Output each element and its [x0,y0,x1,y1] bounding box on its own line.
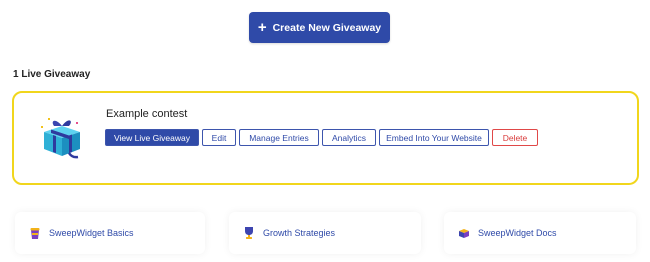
create-new-giveaway-button[interactable]: + Create New Giveaway [249,12,390,43]
coffee-cup-icon [30,228,40,239]
embed-website-button[interactable]: Embed Into Your Website [379,129,489,146]
gift-box-icon [41,118,80,159]
delete-button[interactable]: Delete [492,129,538,146]
resource-card-growth-strategies[interactable]: Growth Strategies [229,212,421,254]
resource-label: Growth Strategies [263,228,336,238]
giveaway-actions: View Live Giveaway Edit Manage Entries A… [105,129,538,146]
box-icon [459,229,469,238]
giveaway-card: Example contest View Live Giveaway Edit … [12,91,639,185]
resource-card-sweepwidget-docs[interactable]: SweepWidget Docs [444,212,636,254]
plus-icon: + [257,18,267,36]
edit-button[interactable]: Edit [202,129,236,146]
view-live-giveaway-button[interactable]: View Live Giveaway [105,129,199,146]
manage-entries-button[interactable]: Manage Entries [239,129,319,146]
resource-label: SweepWidget Docs [478,228,557,238]
live-giveaway-count: 1 Live Giveaway [13,69,91,80]
resource-label: SweepWidget Basics [49,228,134,238]
resource-card-sweepwidget-basics[interactable]: SweepWidget Basics [15,212,205,254]
analytics-button[interactable]: Analytics [322,129,376,146]
giveaway-title: Example contest [106,108,188,120]
create-new-giveaway-label: Create New Giveaway [272,21,382,34]
trophy-icon [245,227,253,239]
